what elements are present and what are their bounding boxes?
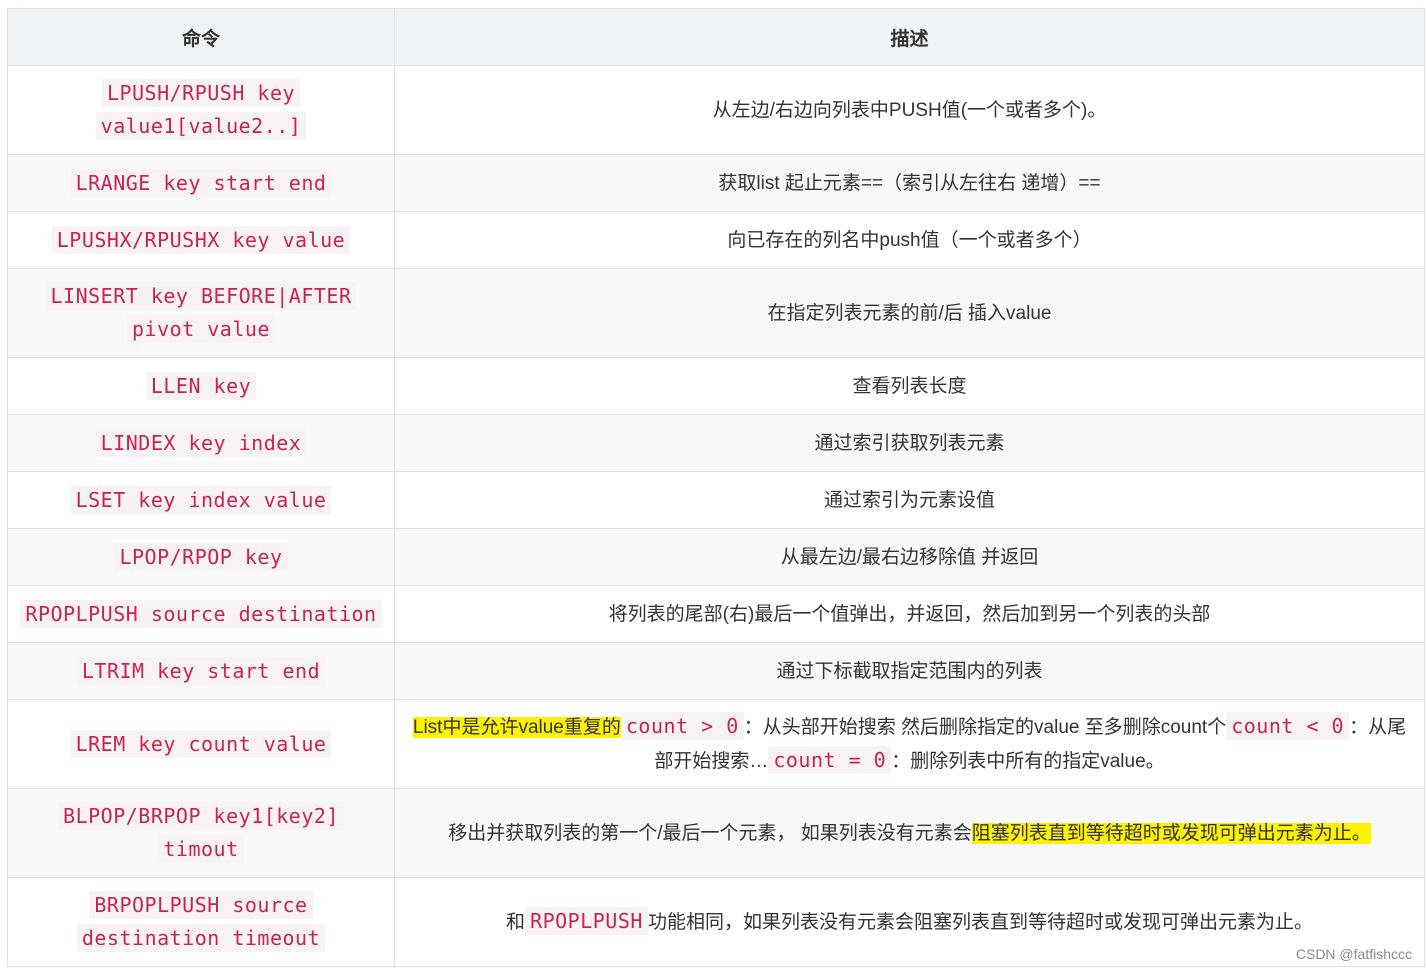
command-cell: LPUSH/RPUSH key value1[value2..] <box>7 65 395 155</box>
description-cell: 在指定列表元素的前/后 插入value <box>394 268 1425 358</box>
description-cell: 移出并获取列表的第一个/最后一个元素， 如果列表没有元素会阻塞列表直到等待超时或… <box>394 788 1425 878</box>
inline-code: count > 0 <box>620 712 744 740</box>
command-cell: RPOPLPUSH source destination <box>7 585 395 643</box>
table-row: LPUSHX/RPUSHX key value 向已存在的列名中push值（一个… <box>7 211 1425 269</box>
description-text: ：从头部开始搜索 然后删除指定的value 至多删除count个 <box>743 717 1227 738</box>
header-row: 命令 描述 <box>7 8 1425 66</box>
table-row: LINSERT key BEFORE|AFTER pivot value 在指定… <box>7 268 1425 358</box>
command-code: BRPOPLPUSH source destination timeout <box>76 891 326 952</box>
table-row: RPOPLPUSH source destination 将列表的尾部(右)最后… <box>7 585 1425 643</box>
command-code: LRANGE key start end <box>70 168 332 197</box>
command-cell: LLEN key <box>7 357 395 415</box>
command-code: LREM key count value <box>70 729 332 758</box>
command-cell: LINDEX key index <box>7 414 395 472</box>
command-cell: LREM key count value <box>7 699 395 789</box>
description-cell: 和 RPOPLPUSH 功能相同，如果列表没有元素会阻塞列表直到等待超时或发现可弹出… <box>394 877 1425 967</box>
command-cell: LPUSHX/RPUSHX key value <box>7 211 395 269</box>
command-code: LINSERT key BEFORE|AFTER pivot value <box>45 282 357 343</box>
highlighted-note: List中是允许value重复的 <box>412 717 621 738</box>
inline-code: count < 0 <box>1226 712 1350 740</box>
description-cell: 向已存在的列名中push值（一个或者多个） <box>394 211 1425 269</box>
command-cell: LINSERT key BEFORE|AFTER pivot value <box>7 268 395 358</box>
table-row: LRANGE key start end 获取list 起止元素==（索引从左往… <box>7 154 1425 212</box>
table-row: LREM key count value List中是允许value重复的 cou… <box>7 699 1425 789</box>
command-cell: LSET key index value <box>7 471 395 529</box>
description-cell: 获取list 起止元素==（索引从左往右 递增）== <box>394 154 1425 212</box>
description-cell: 从左边/右边向列表中PUSH值(一个或者多个)。 <box>394 65 1425 155</box>
description-cell: 从最左边/最右边移除值 并返回 <box>394 528 1425 586</box>
table-row: LTRIM key start end 通过下标截取指定范围内的列表 <box>7 642 1425 700</box>
description-text: 功能相同，如果列表没有元素会阻塞列表直到等待超时或发现可弹出元素为止。 <box>647 912 1313 933</box>
table-row: LLEN key 查看列表长度 <box>7 357 1425 415</box>
header-command: 命令 <box>7 8 395 66</box>
description-cell: 通过下标截取指定范围内的列表 <box>394 642 1425 700</box>
command-cell: LPOP/RPOP key <box>7 528 395 586</box>
command-cell: BRPOPLPUSH source destination timeout <box>7 877 395 967</box>
description-cell: 查看列表长度 <box>394 357 1425 415</box>
description-text: 和 <box>506 912 526 933</box>
header-description: 描述 <box>394 8 1425 66</box>
command-table-container: 命令 描述 LPUSH/RPUSH key value1[value2..] 从… <box>7 8 1425 967</box>
csdn-watermark: CSDN @fatfishccc <box>1295 946 1412 962</box>
command-code: LLEN key <box>145 371 257 400</box>
description-cell: 将列表的尾部(右)最后一个值弹出，并返回，然后加到另一个列表的头部 <box>394 585 1425 643</box>
command-cell: LRANGE key start end <box>7 154 395 212</box>
highlighted-note: 阻塞列表直到等待超时或发现可弹出元素为止。 <box>971 822 1371 844</box>
description-cell: 通过索引为元素设值 <box>394 471 1425 529</box>
inline-code: count = 0 <box>768 746 892 774</box>
table-row: LINDEX key index 通过索引获取列表元素 <box>7 414 1425 472</box>
description-cell: 通过索引获取列表元素 <box>394 414 1425 472</box>
command-cell: BLPOP/BRPOP key1[key2] timout <box>7 788 395 878</box>
description-text: 移出并获取列表的第一个/最后一个元素， 如果列表没有元素会 <box>448 822 972 844</box>
table-row: LPOP/RPOP key 从最左边/最右边移除值 并返回 <box>7 528 1425 586</box>
description-cell: List中是允许value重复的 count > 0 ：从头部开始搜索 然后删除指定… <box>394 699 1425 789</box>
table-row: LPUSH/RPUSH key value1[value2..] 从左边/右边向… <box>7 65 1425 155</box>
command-code: BLPOP/BRPOP key1[key2] timout <box>58 802 344 863</box>
inline-code: RPOPLPUSH <box>525 907 648 935</box>
command-code: LPOP/RPOP key <box>114 542 288 571</box>
table-row: BLPOP/BRPOP key1[key2] timout 移出并获取列表的第一… <box>7 788 1425 878</box>
table-row: BRPOPLPUSH source destination timeout 和R… <box>7 877 1425 967</box>
command-code: LINDEX key index <box>95 428 307 457</box>
command-code: LSET key index value <box>70 485 332 514</box>
command-code: LPUSH/RPUSH key value1[value2..] <box>95 79 307 140</box>
command-code: RPOPLPUSH source destination <box>20 599 382 628</box>
table-row: LSET key index value 通过索引为元素设值 <box>7 471 1425 529</box>
redis-list-commands-table: 命令 描述 LPUSH/RPUSH key value1[value2..] 从… <box>7 8 1425 967</box>
command-cell: LTRIM key start end <box>7 642 395 700</box>
command-code: LTRIM key start end <box>76 656 326 685</box>
description-text: ：删除列表中所有的指定value。 <box>891 751 1165 772</box>
command-code: LPUSHX/RPUSHX key value <box>51 225 351 254</box>
